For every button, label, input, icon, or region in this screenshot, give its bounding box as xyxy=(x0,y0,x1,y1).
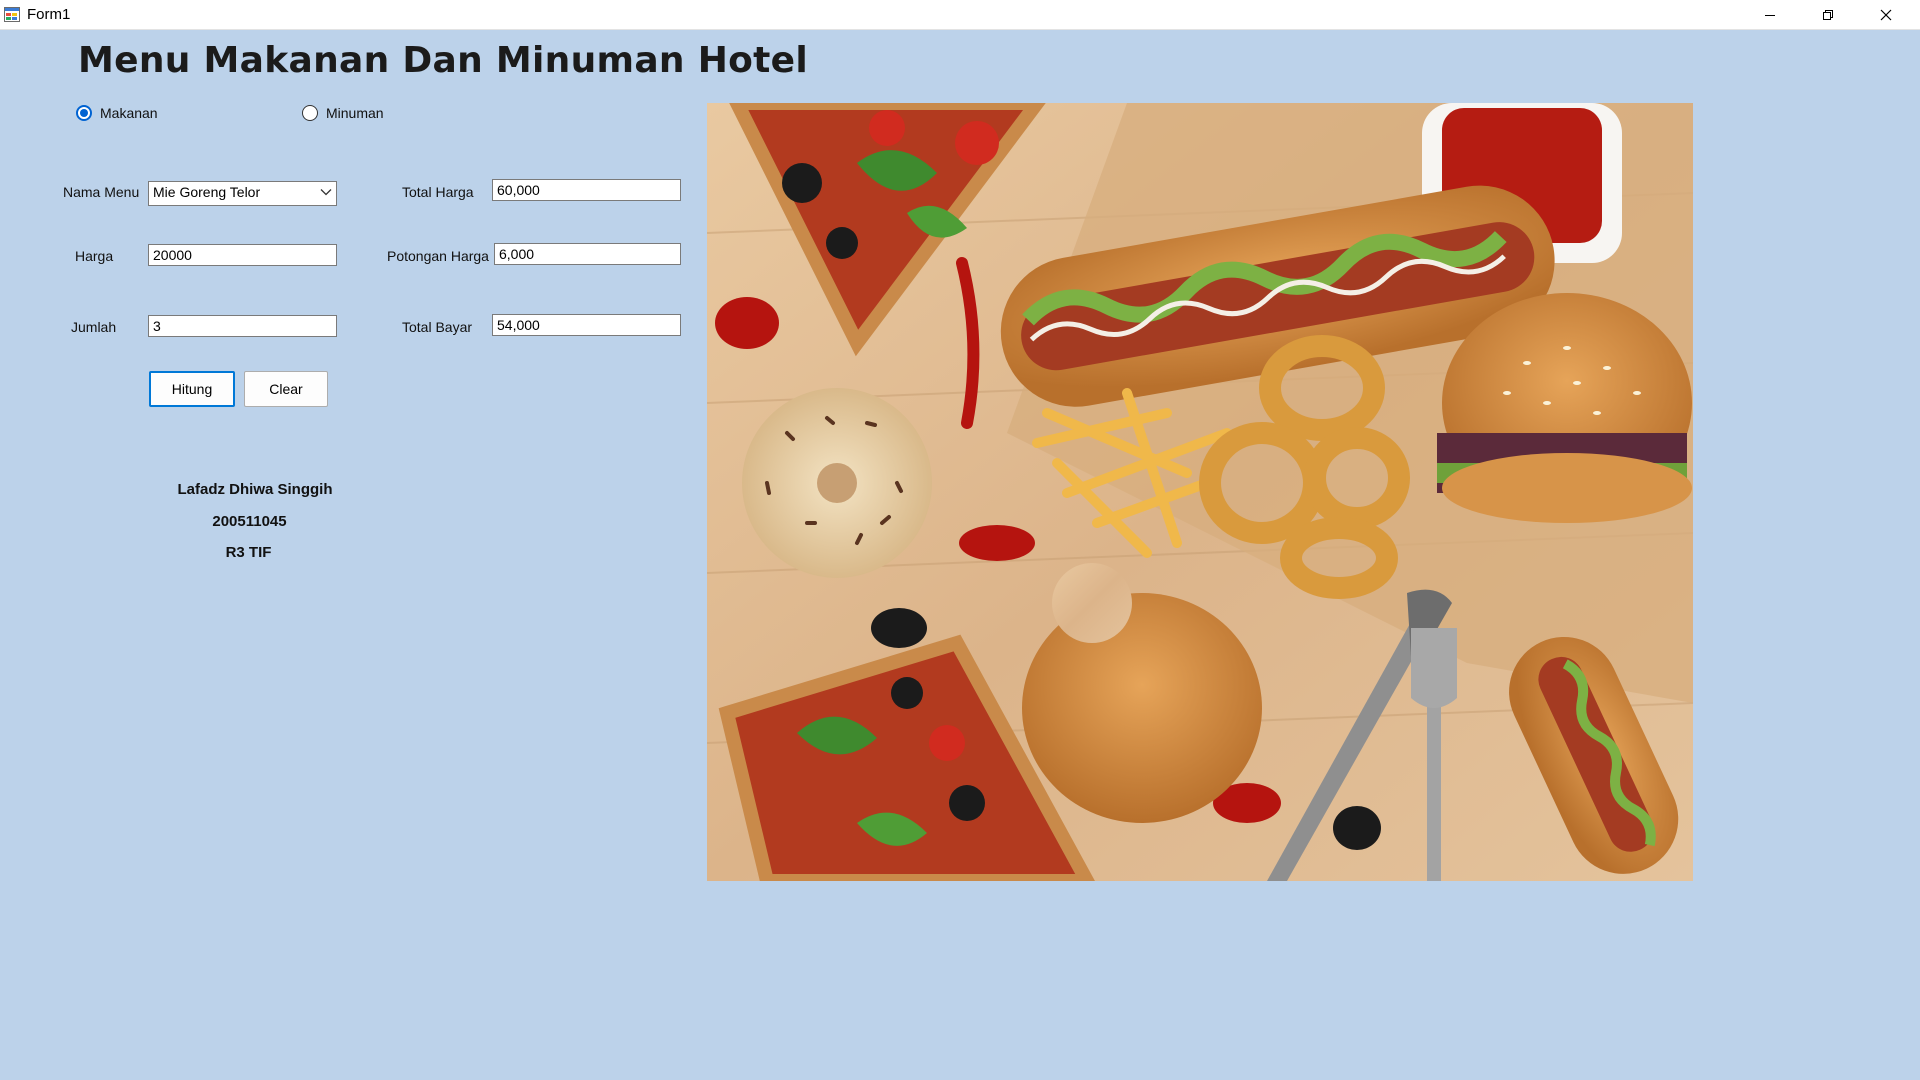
nama-menu-combobox[interactable]: Mie Goreng Telor xyxy=(148,181,337,206)
restore-button[interactable] xyxy=(1799,0,1857,29)
restore-icon xyxy=(1823,9,1833,20)
hitung-button[interactable]: Hitung xyxy=(149,371,235,407)
radio-minuman-label[interactable]: Minuman xyxy=(326,105,384,121)
radio-makanan-indicator[interactable] xyxy=(76,105,92,121)
jumlah-label: Jumlah xyxy=(71,319,117,335)
nama-menu-label: Nama Menu xyxy=(63,184,140,200)
total-harga-input[interactable]: 60,000 xyxy=(492,179,681,201)
potongan-harga-input[interactable]: 6,000 xyxy=(494,243,681,265)
jumlah-input[interactable]: 3 xyxy=(148,315,337,337)
window-titlebar: Form1 xyxy=(0,0,1920,30)
radio-minuman-indicator[interactable] xyxy=(302,105,318,121)
minimize-icon xyxy=(1765,14,1775,16)
close-button[interactable] xyxy=(1857,0,1915,29)
total-bayar-label: Total Bayar xyxy=(402,319,473,335)
food-photo xyxy=(707,103,1693,881)
minimize-button[interactable] xyxy=(1741,0,1799,29)
total-harga-label: Total Harga xyxy=(402,184,474,200)
clear-button[interactable]: Clear xyxy=(244,371,328,407)
page-title: Menu Makanan Dan Minuman Hotel xyxy=(78,40,809,81)
total-bayar-input[interactable]: 54,000 xyxy=(492,314,681,336)
app-form-icon xyxy=(4,7,20,22)
nama-menu-value: Mie Goreng Telor xyxy=(153,184,261,200)
student-id: 200511045 xyxy=(212,513,287,530)
window-title: Form1 xyxy=(27,6,71,23)
potongan-harga-label: Potongan Harga xyxy=(387,248,489,264)
close-icon xyxy=(1880,9,1892,20)
form-client-area: Menu Makanan Dan Minuman Hotel Makanan M… xyxy=(0,30,1920,1080)
radio-makanan-label[interactable]: Makanan xyxy=(100,105,158,121)
harga-input[interactable]: 20000 xyxy=(148,244,337,266)
harga-label: Harga xyxy=(75,248,114,264)
student-class: R3 TIF xyxy=(225,544,272,561)
chevron-down-icon[interactable] xyxy=(320,187,332,197)
student-name: Lafadz Dhiwa Singgih xyxy=(177,481,333,498)
